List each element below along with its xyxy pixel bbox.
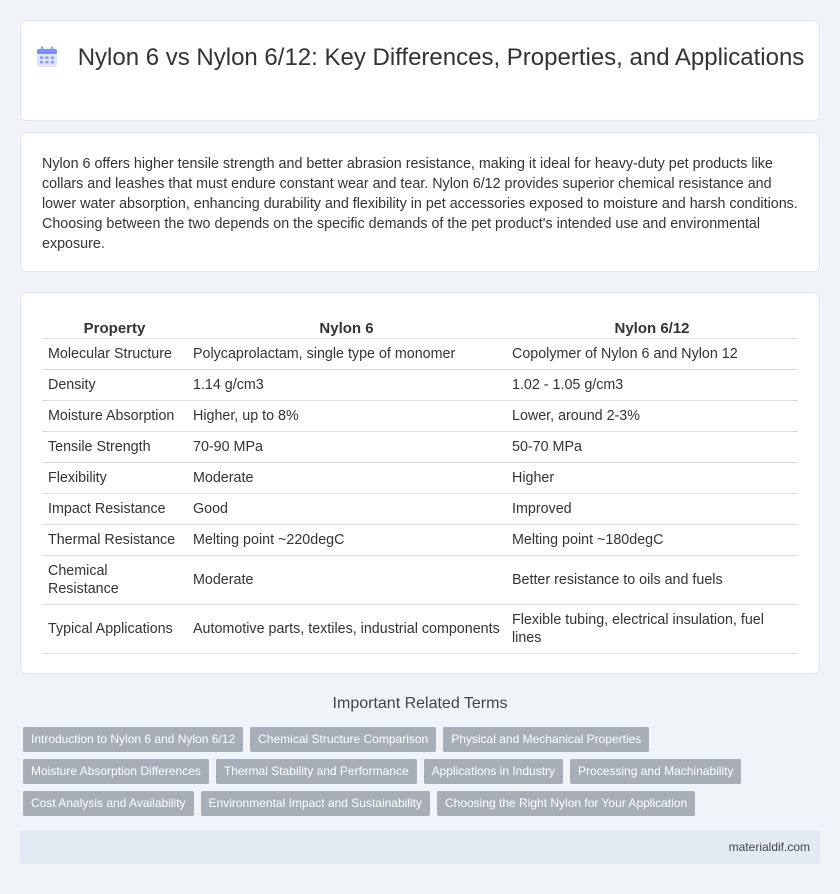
- related-tag[interactable]: Environmental Impact and Sustainability: [200, 791, 430, 816]
- tag-row: Cost Analysis and Availability Environme…: [23, 791, 823, 816]
- nylon-6-12-cell: Copolymer of Nylon 6 and Nylon 12: [506, 338, 798, 370]
- related-tag[interactable]: Cost Analysis and Availability: [23, 791, 194, 816]
- property-cell: Chemical Resistance: [42, 555, 187, 605]
- table-row: Thermal Resistance Melting point ~220deg…: [42, 524, 798, 556]
- table-row: Chemical Resistance Moderate Better resi…: [42, 555, 798, 605]
- page-title-wrap: Nylon 6 vs Nylon 6/12: Key Differences, …: [21, 43, 819, 72]
- property-cell: Density: [42, 369, 187, 401]
- table-row: Impact Resistance Good Improved: [42, 493, 798, 525]
- related-terms-title: Important Related Terms: [332, 695, 508, 712]
- table-row: Typical Applications Automotive parts, t…: [42, 604, 798, 654]
- related-tag[interactable]: Choosing the Right Nylon for Your Applic…: [436, 791, 696, 816]
- comparison-table: Property Nylon 6 Nylon 6/12 Molecular St…: [42, 316, 798, 654]
- nylon-6-cell: Moderate: [187, 462, 506, 494]
- nylon-6-cell: Melting point ~220degC: [187, 524, 506, 556]
- nylon-6-cell: Polycaprolactam, single type of monomer: [187, 338, 506, 370]
- tag-row: Moisture Absorption Differences Thermal …: [23, 759, 823, 784]
- table-row: Flexibility Moderate Higher: [42, 462, 798, 494]
- related-tag[interactable]: Processing and Machinability: [570, 759, 742, 784]
- intro-card: Nylon 6 offers higher tensile strength a…: [20, 132, 820, 272]
- related-terms-list: Introduction to Nylon 6 and Nylon 6/12 C…: [23, 727, 823, 823]
- table-row: Tensile Strength 70-90 MPa 50-70 MPa: [42, 431, 798, 463]
- property-cell: Molecular Structure: [42, 338, 187, 370]
- intro-paragraph: Nylon 6 offers higher tensile strength a…: [42, 156, 798, 252]
- table-row: Molecular Structure Polycaprolactam, sin…: [42, 338, 798, 370]
- header-nylon-6-12: Nylon 6/12: [506, 316, 798, 339]
- tag-row: Introduction to Nylon 6 and Nylon 6/12 C…: [23, 727, 823, 752]
- nylon-6-12-cell: Better resistance to oils and fuels: [506, 555, 798, 605]
- property-cell: Tensile Strength: [42, 431, 187, 463]
- footer: materialdif.com: [20, 830, 820, 864]
- related-tag[interactable]: Introduction to Nylon 6 and Nylon 6/12: [23, 727, 244, 752]
- nylon-6-12-cell: Lower, around 2-3%: [506, 400, 798, 432]
- nylon-6-12-cell: Melting point ~180degC: [506, 524, 798, 556]
- nylon-6-cell: Higher, up to 8%: [187, 400, 506, 432]
- nylon-6-cell: Good: [187, 493, 506, 525]
- comparison-card: Property Nylon 6 Nylon 6/12 Molecular St…: [20, 292, 820, 674]
- nylon-6-12-cell: Higher: [506, 462, 798, 494]
- property-cell: Impact Resistance: [42, 493, 187, 525]
- header-nylon-6: Nylon 6: [187, 316, 506, 339]
- nylon-6-cell: 70-90 MPa: [187, 431, 506, 463]
- related-tag[interactable]: Physical and Mechanical Properties: [443, 727, 650, 752]
- header-property: Property: [42, 316, 187, 339]
- table-row: Moisture Absorption Higher, up to 8% Low…: [42, 400, 798, 432]
- related-tag[interactable]: Applications in Industry: [423, 759, 564, 784]
- related-tag[interactable]: Thermal Stability and Performance: [215, 759, 417, 784]
- nylon-6-cell: 1.14 g/cm3: [187, 369, 506, 401]
- nylon-6-cell: Moderate: [187, 555, 506, 605]
- related-tag[interactable]: Moisture Absorption Differences: [23, 759, 209, 784]
- table-row: Density 1.14 g/cm3 1.02 - 1.05 g/cm3: [42, 369, 798, 401]
- property-cell: Moisture Absorption: [42, 400, 187, 432]
- property-cell: Thermal Resistance: [42, 524, 187, 556]
- nylon-6-12-cell: 50-70 MPa: [506, 431, 798, 463]
- property-cell: Typical Applications: [42, 604, 187, 654]
- nylon-6-12-cell: Improved: [506, 493, 798, 525]
- calendar-icon: [36, 46, 58, 68]
- title-card: Nylon 6 vs Nylon 6/12: Key Differences, …: [20, 20, 820, 121]
- table-header-row: Property Nylon 6 Nylon 6/12: [42, 316, 798, 339]
- related-tag[interactable]: Chemical Structure Comparison: [250, 727, 437, 752]
- nylon-6-12-cell: Flexible tubing, electrical insulation, …: [506, 604, 798, 654]
- page-title: Nylon 6 vs Nylon 6/12: Key Differences, …: [77, 44, 805, 71]
- nylon-6-cell: Automotive parts, textiles, industrial c…: [187, 604, 506, 654]
- property-cell: Flexibility: [42, 462, 187, 494]
- nylon-6-12-cell: 1.02 - 1.05 g/cm3: [506, 369, 798, 401]
- footer-site-link[interactable]: materialdif.com: [729, 840, 810, 854]
